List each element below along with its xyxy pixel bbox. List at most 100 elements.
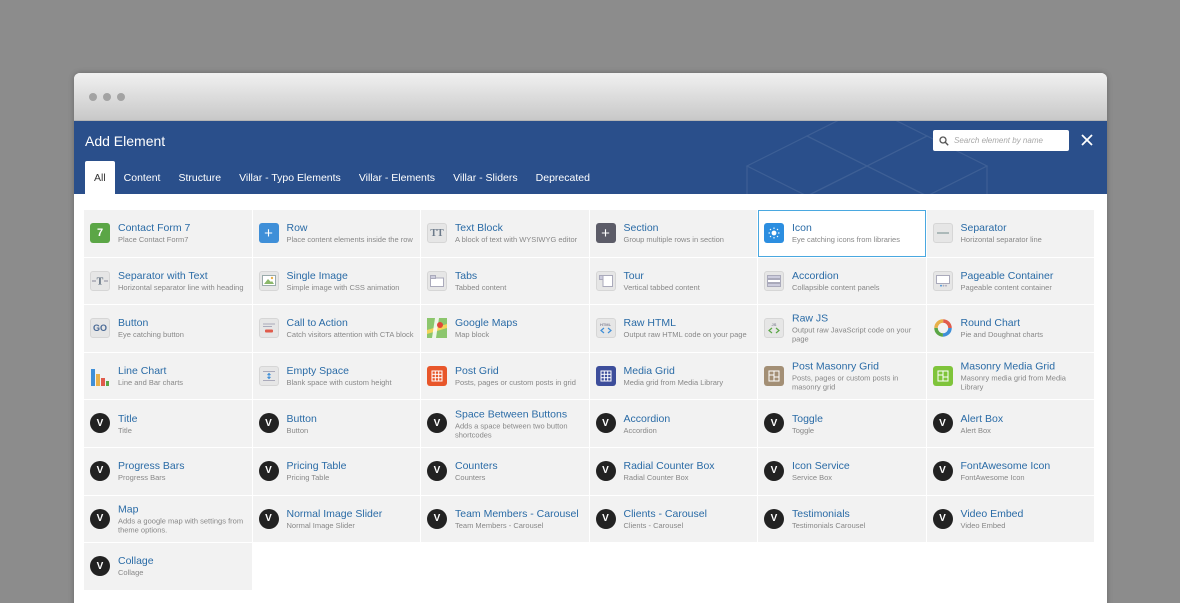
element-item-fontawesome-icon[interactable]: V FontAwesome Icon FontAwesome Icon bbox=[926, 447, 1094, 495]
grid-icon bbox=[764, 365, 784, 386]
element-description: Posts, pages or custom posts in masonry … bbox=[792, 373, 899, 392]
element-name: Team Members - Carousel bbox=[455, 507, 579, 520]
element-item-google-maps[interactable]: Google Maps Map block bbox=[421, 305, 589, 352]
tab-villar-sliders[interactable]: Villar - Sliders bbox=[444, 161, 527, 194]
villar-icon: V bbox=[932, 460, 953, 481]
villar-icon: V bbox=[595, 413, 616, 434]
round-chart-icon bbox=[933, 318, 953, 338]
add-element-header: Add Element All Content Structure Villar… bbox=[74, 121, 1107, 194]
tab-villar-typo-elements[interactable]: Villar - Typo Elements bbox=[230, 161, 350, 194]
tab-villar-elements[interactable]: Villar - Elements bbox=[350, 161, 444, 194]
element-description: Masonry media grid from Media Library bbox=[960, 373, 1066, 392]
element-item-raw-html[interactable]: HTML Raw HTML Output raw HTML code on you… bbox=[589, 305, 757, 352]
villar-icon: V bbox=[90, 413, 110, 434]
element-name: Tabs bbox=[455, 269, 478, 282]
element-item-line-chart[interactable]: Line Chart Line and Bar charts bbox=[84, 352, 252, 400]
element-item-round-chart[interactable]: Round Chart Pie and Doughnat charts bbox=[926, 305, 1094, 352]
element-name: Masonry Media Grid bbox=[960, 360, 1056, 373]
element-description: Clients - Carousel bbox=[623, 520, 684, 530]
element-name: Testimonials bbox=[792, 507, 850, 520]
element-item-counters[interactable]: V Counters Counters bbox=[421, 447, 589, 495]
element-name: Map bbox=[118, 503, 139, 516]
element-description: Place Contact Form7 bbox=[118, 235, 189, 245]
element-item-empty-space[interactable]: Empty Space Blank space with custom heigh… bbox=[252, 352, 420, 400]
element-item-button[interactable]: GO Button Eye catching button bbox=[84, 305, 252, 352]
element-item-tabs[interactable]: Tabs Tabbed content bbox=[421, 257, 589, 305]
window-dot-icon[interactable] bbox=[117, 93, 125, 101]
element-item-tour[interactable]: Tour Vertical tabbed content bbox=[589, 257, 757, 305]
plus-icon: + bbox=[595, 223, 616, 243]
element-description: Eye catching icons from libraries bbox=[792, 235, 900, 245]
tab-all[interactable]: All bbox=[85, 161, 115, 194]
element-item-icon[interactable]: Icon Eye catching icons from libraries bbox=[758, 210, 926, 257]
search-input[interactable] bbox=[954, 136, 1064, 145]
element-item-icon-service[interactable]: V Icon Service Service Box bbox=[758, 447, 926, 495]
element-item-video-embed[interactable]: V Video Embed Video Embed bbox=[926, 495, 1094, 543]
element-item-section[interactable]: + Section Group multiple rows in section bbox=[589, 210, 757, 257]
element-item-accordion[interactable]: Accordion Collapsible content panels bbox=[758, 257, 926, 305]
element-description: Simple image with CSS animation bbox=[286, 282, 400, 292]
tab-content[interactable]: Content bbox=[115, 161, 170, 194]
element-item-single-image[interactable]: Single Image Simple image with CSS animat… bbox=[252, 257, 420, 305]
element-item-villar-accordion[interactable]: V Accordion Accordion bbox=[589, 400, 757, 447]
element-item-progress-bars[interactable]: V Progress Bars Progress Bars bbox=[84, 447, 252, 495]
search-box[interactable] bbox=[933, 130, 1069, 151]
tour-icon bbox=[595, 270, 616, 291]
element-item-testimonials[interactable]: V Testimonials Testimonials Carousel bbox=[758, 495, 926, 543]
element-name: Call to Action bbox=[286, 317, 348, 330]
window-controls bbox=[89, 93, 125, 101]
element-name: Progress Bars bbox=[118, 460, 185, 473]
element-name: Text Block bbox=[455, 222, 503, 235]
element-description: Output raw HTML code on your page bbox=[623, 330, 747, 340]
element-item-contact-form-7[interactable]: 7 Contact Form 7 Place Contact Form7 bbox=[84, 210, 252, 257]
element-name: Line Chart bbox=[118, 365, 167, 378]
element-item-media-grid[interactable]: Media Grid Media grid from Media Library bbox=[589, 352, 757, 400]
tab-deprecated[interactable]: Deprecated bbox=[527, 161, 599, 194]
element-description: Collapsible content panels bbox=[792, 282, 880, 292]
element-item-title[interactable]: V Title Title bbox=[84, 400, 252, 447]
element-item-pageable-container[interactable]: Pageable Container Pageable content conta… bbox=[926, 257, 1094, 305]
element-name: Counters bbox=[455, 460, 498, 473]
element-item-collage[interactable]: V Collage Collage bbox=[84, 543, 252, 590]
element-item-post-masonry-grid[interactable]: Post Masonry Grid Posts, pages or custom … bbox=[758, 352, 926, 400]
element-description: Radial Counter Box bbox=[623, 473, 689, 483]
element-description: Pie and Doughnat charts bbox=[960, 330, 1044, 340]
element-item-call-to-action[interactable]: Call to Action Catch visitors attention w… bbox=[252, 305, 420, 352]
villar-icon: V bbox=[595, 508, 616, 529]
element-item-pricing-table[interactable]: V Pricing Table Pricing Table bbox=[252, 447, 420, 495]
element-description: A block of text with WYSIWYG editor bbox=[455, 235, 578, 245]
element-item-raw-js[interactable]: JS Raw JS Output raw JavaScript code on y… bbox=[758, 305, 926, 352]
element-description: Group multiple rows in section bbox=[623, 235, 724, 245]
element-item-masonry-media-grid[interactable]: Masonry Media Grid Masonry media grid fro… bbox=[926, 352, 1094, 400]
element-item-villar-button[interactable]: V Button Button bbox=[252, 400, 420, 447]
cta-icon bbox=[258, 318, 279, 339]
element-name: Normal Image Slider bbox=[286, 507, 383, 520]
element-description: Blank space with custom height bbox=[286, 378, 392, 388]
tab-structure[interactable]: Structure bbox=[169, 161, 230, 194]
element-name: Pricing Table bbox=[286, 460, 347, 473]
element-name: Post Masonry Grid bbox=[792, 360, 879, 373]
close-icon[interactable] bbox=[1079, 132, 1095, 148]
element-item-space-between-buttons[interactable]: V Space Between Buttons Adds a space betw… bbox=[421, 400, 589, 447]
element-name: Alert Box bbox=[960, 412, 1004, 425]
element-description: Testimonials Carousel bbox=[792, 520, 866, 530]
window-dot-icon[interactable] bbox=[89, 93, 97, 101]
window-dot-icon[interactable] bbox=[103, 93, 111, 101]
villar-icon: V bbox=[90, 556, 110, 577]
element-name: Single Image bbox=[286, 269, 348, 282]
element-item-normal-image-slider[interactable]: V Normal Image Slider Normal Image Slider bbox=[252, 495, 420, 543]
contact-form-7-icon: 7 bbox=[90, 223, 110, 243]
element-item-text-block[interactable]: TT Text Block A block of text with WYSIWY… bbox=[421, 210, 589, 257]
element-item-alert-box[interactable]: V Alert Box Alert Box bbox=[926, 400, 1094, 447]
element-item-separator[interactable]: Separator Horizontal separator line bbox=[926, 210, 1094, 257]
element-description: Horizontal separator line bbox=[960, 235, 1042, 245]
element-item-clients-carousel[interactable]: V Clients - Carousel Clients - Carousel bbox=[589, 495, 757, 543]
element-item-post-grid[interactable]: Post Grid Posts, pages or custom posts in… bbox=[421, 352, 589, 400]
element-item-team-members-carousel[interactable]: V Team Members - Carousel Team Members - … bbox=[421, 495, 589, 543]
element-description: Pricing Table bbox=[286, 473, 330, 483]
element-item-radial-counter-box[interactable]: V Radial Counter Box Radial Counter Box bbox=[589, 447, 757, 495]
element-item-map[interactable]: V Map Adds a google map with settings fro… bbox=[84, 495, 252, 543]
element-item-separator-with-text[interactable]: T Separator with Text Horizontal separato… bbox=[84, 257, 252, 305]
element-item-toggle[interactable]: V Toggle Toggle bbox=[758, 400, 926, 447]
element-item-row[interactable]: + Row Place content elements inside the r… bbox=[252, 210, 420, 257]
